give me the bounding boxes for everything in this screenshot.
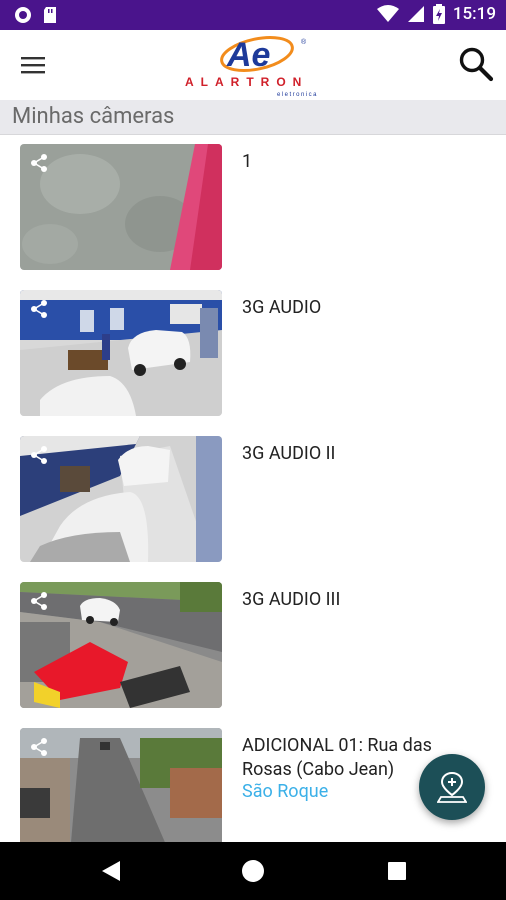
svg-text:®: ®	[301, 38, 307, 46]
section-title: Minhas câmeras	[12, 104, 175, 129]
back-icon	[102, 861, 120, 881]
menu-button[interactable]	[16, 48, 50, 82]
camera-name: 3G AUDIO II	[242, 443, 336, 464]
share-icon[interactable]	[28, 444, 50, 466]
camera-name: 3G AUDIO III	[242, 589, 341, 610]
camera-thumbnail[interactable]	[20, 728, 222, 842]
camera-thumbnail[interactable]	[20, 436, 222, 562]
notification-icon	[15, 7, 31, 23]
camera-row[interactable]: 1	[0, 134, 506, 280]
camera-list[interactable]: 1 3G AUDIO 3G AUDIO II 3G AUDIO III ADIC…	[0, 134, 506, 842]
camera-thumbnail[interactable]	[20, 582, 222, 708]
share-icon[interactable]	[28, 590, 50, 612]
sd-card-icon	[44, 7, 56, 23]
status-bar: 15:19	[0, 0, 506, 30]
recents-button[interactable]	[384, 858, 410, 884]
camera-name: 1	[242, 151, 253, 172]
logo-subtext: eletronica	[277, 92, 318, 98]
battery-icon	[432, 4, 445, 24]
camera-row[interactable]: 3G AUDIO III	[0, 572, 506, 718]
map-fab-button[interactable]	[419, 754, 485, 820]
camera-location: São Roque	[242, 781, 329, 802]
search-icon	[459, 47, 494, 82]
camera-row[interactable]: 3G AUDIO II	[0, 426, 506, 572]
home-button[interactable]	[240, 858, 266, 884]
camera-thumbnail[interactable]	[20, 144, 222, 270]
back-button[interactable]	[98, 858, 124, 884]
wifi-icon	[376, 5, 399, 22]
share-icon[interactable]	[28, 152, 50, 174]
search-button[interactable]	[456, 44, 496, 84]
recents-icon	[388, 862, 406, 880]
share-icon[interactable]	[28, 736, 50, 758]
camera-name: 3G AUDIO	[242, 297, 322, 318]
logo-monogram: Ae	[226, 36, 270, 74]
logo-text: ALARTRON	[185, 75, 308, 89]
home-icon	[242, 860, 264, 882]
camera-thumbnail[interactable]	[20, 290, 222, 416]
navigation-bar	[0, 842, 506, 900]
share-icon[interactable]	[28, 298, 50, 320]
camera-row[interactable]: 3G AUDIO	[0, 280, 506, 426]
app-bar: Ae ® ALARTRON eletronica	[0, 30, 506, 100]
signal-icon	[407, 6, 424, 22]
section-header: Minhas câmeras	[0, 100, 506, 135]
status-time: 15:19	[452, 4, 496, 24]
hamburger-menu-icon	[21, 57, 45, 74]
map-pin-icon	[437, 771, 467, 803]
alartron-logo: Ae ® ALARTRON eletronica	[183, 32, 325, 98]
